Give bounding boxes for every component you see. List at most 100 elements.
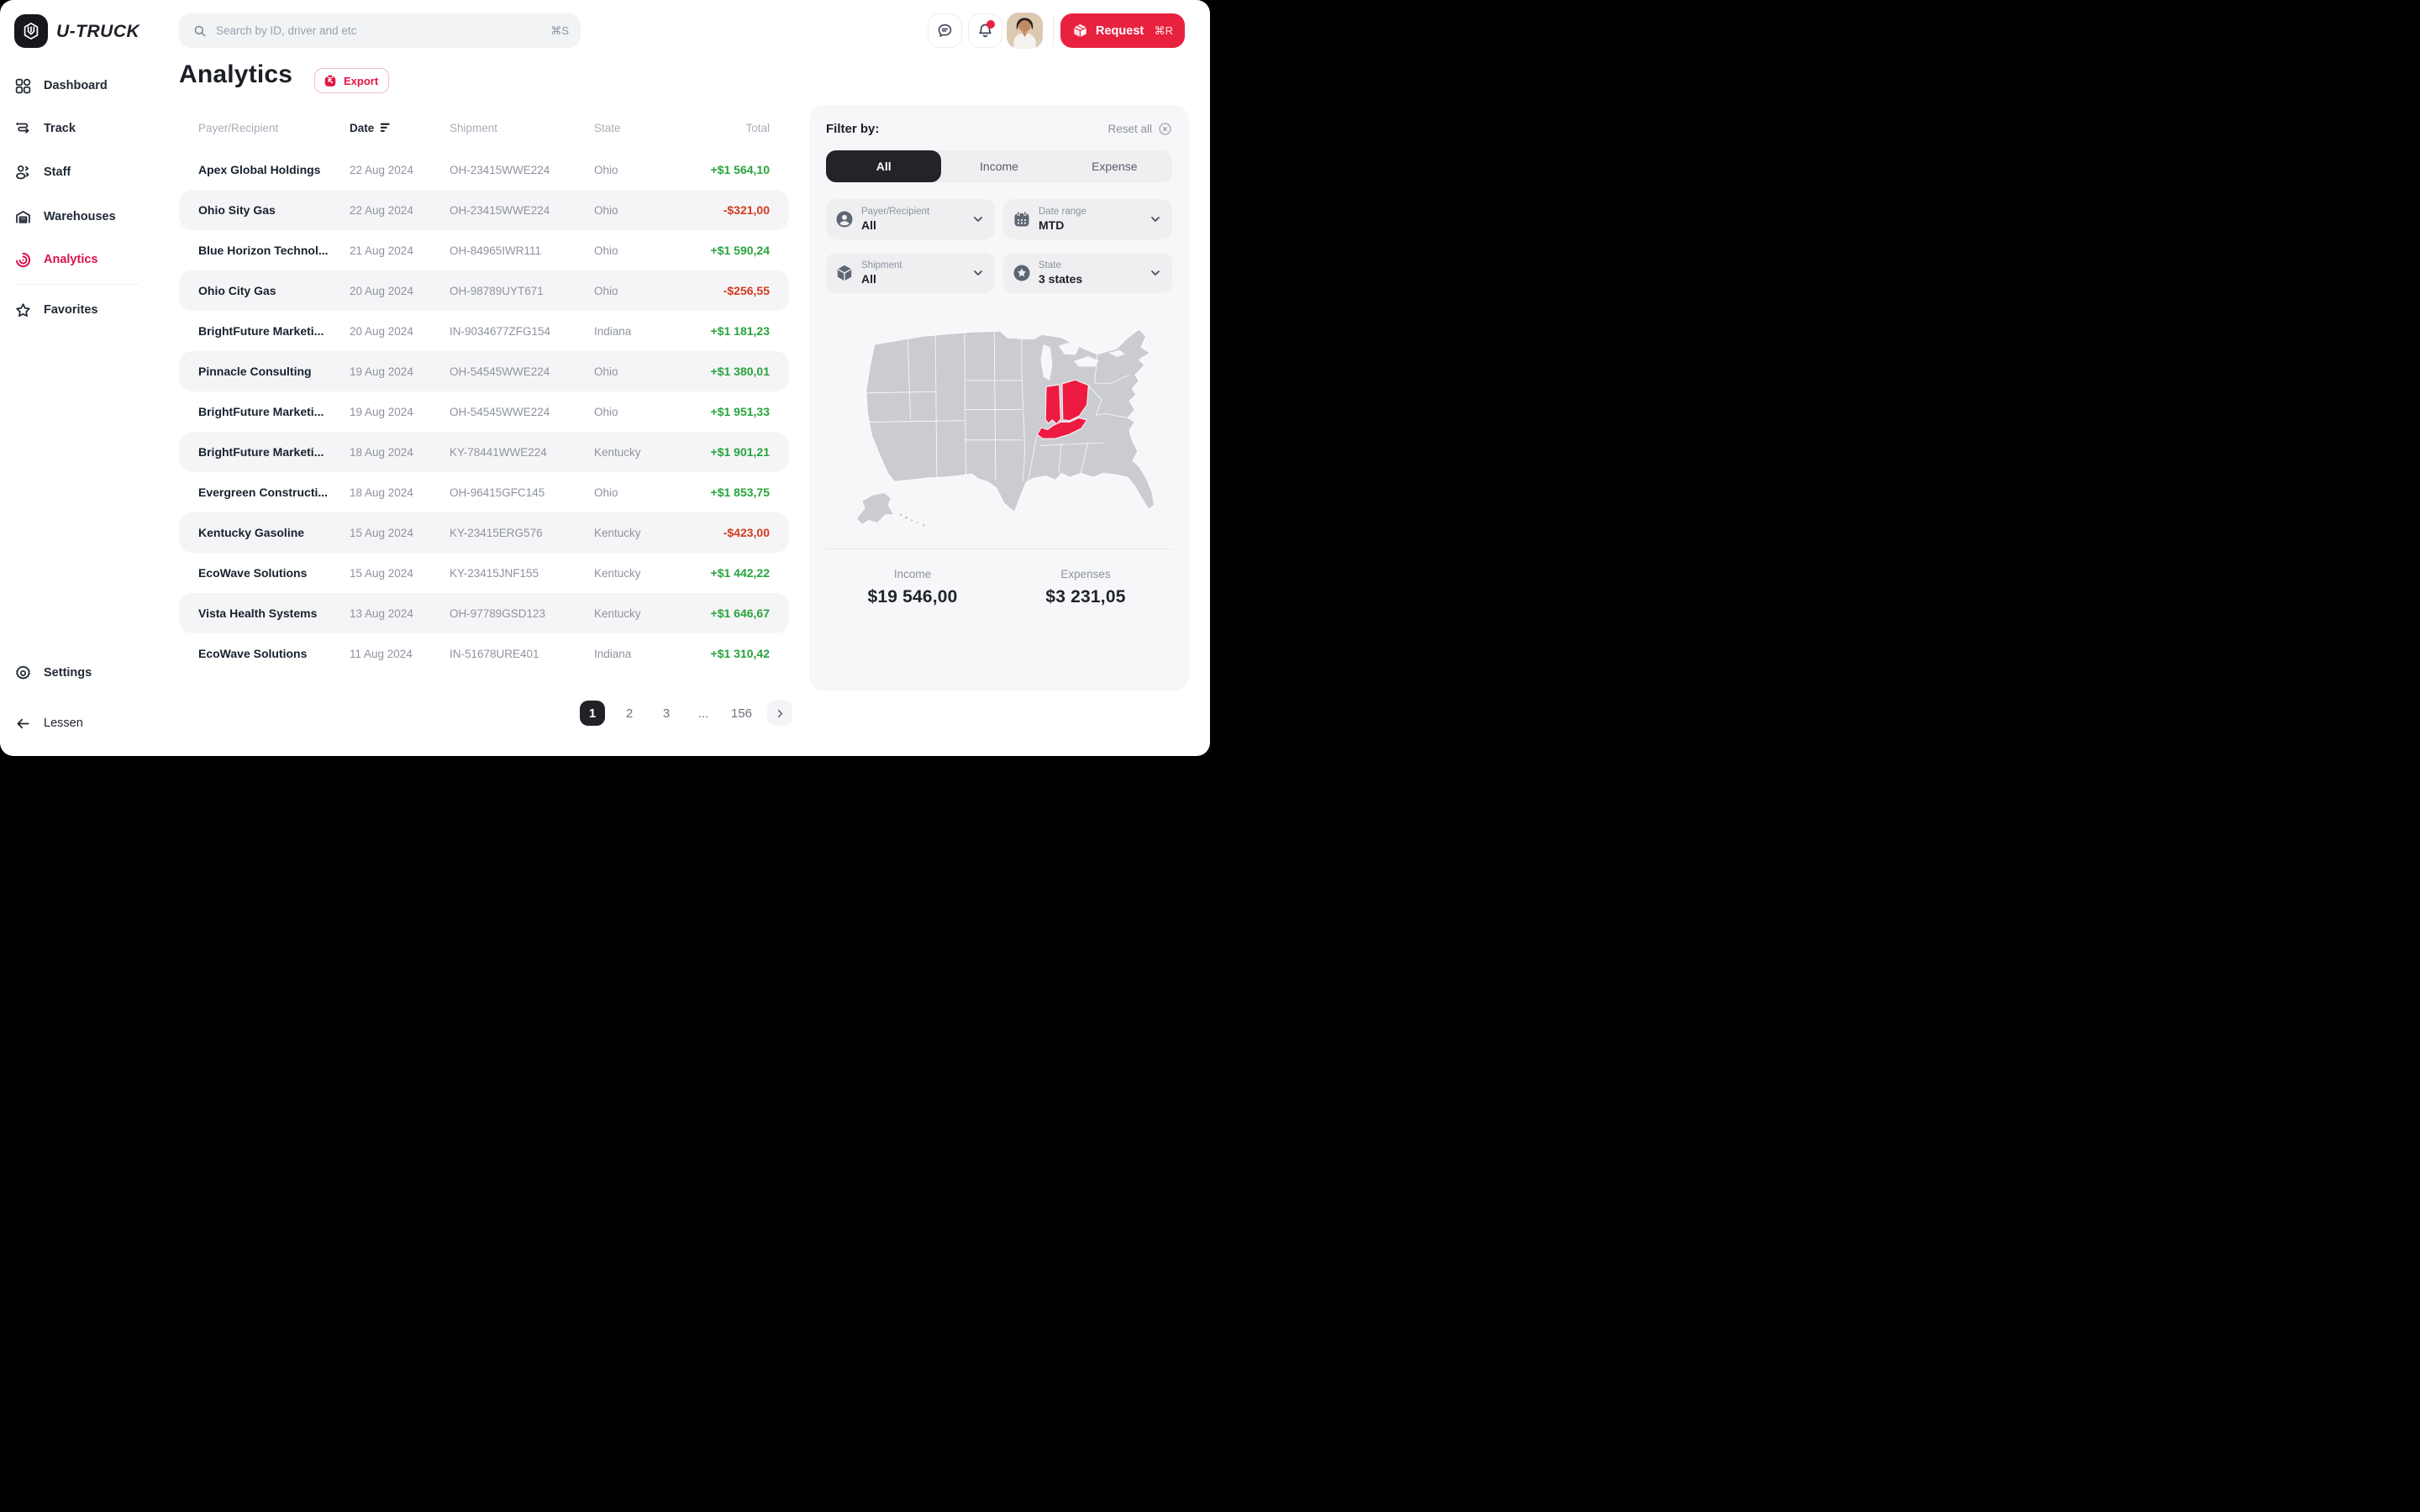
filter-tab[interactable]: Income bbox=[941, 150, 1056, 182]
chevron-down-icon bbox=[971, 213, 985, 226]
notifications-button[interactable] bbox=[968, 13, 1002, 48]
expenses-value: $3 231,05 bbox=[999, 587, 1172, 607]
search-icon bbox=[192, 24, 208, 39]
utruck-logo-icon bbox=[21, 21, 41, 41]
cell-payer: Ohio Sity Gas bbox=[198, 203, 350, 217]
cell-date: 18 Aug 2024 bbox=[350, 486, 450, 499]
sidebar-item-label: Staff bbox=[44, 165, 71, 179]
avatar-image bbox=[1007, 13, 1043, 49]
column-header-payer: Payer/Recipient bbox=[198, 122, 350, 134]
warehouse-icon bbox=[14, 208, 32, 226]
cell-state: Ohio bbox=[594, 164, 706, 176]
sidebar-item-settings[interactable]: Settings bbox=[0, 656, 92, 690]
sidebar-item-dashboard[interactable]: Dashboard bbox=[0, 69, 165, 102]
date-range-dropdown[interactable]: Date range MTD bbox=[1003, 199, 1172, 239]
sidebar-item-label: Dashboard bbox=[44, 79, 108, 92]
cell-date: 18 Aug 2024 bbox=[350, 446, 450, 459]
filter-dropdowns: Payer/Recipient All Date range MTD bbox=[826, 199, 1172, 293]
table-row[interactable]: Ohio Sity Gas 22 Aug 2024 OH-23415WWE224… bbox=[179, 190, 789, 230]
sidebar-item-label: Analytics bbox=[44, 253, 97, 266]
export-button[interactable]: Export bbox=[314, 68, 389, 93]
route-icon bbox=[14, 120, 32, 138]
sidebar-item-track[interactable]: Track bbox=[0, 112, 165, 145]
dropdown-label: Payer/Recipient bbox=[861, 207, 929, 218]
table-row[interactable]: Ohio City Gas 20 Aug 2024 OH-98789UYT671… bbox=[179, 270, 789, 311]
table-row[interactable]: Pinnacle Consulting 19 Aug 2024 OH-54545… bbox=[179, 351, 789, 391]
sidebar-item-label: Warehouses bbox=[44, 210, 116, 223]
table-row[interactable]: BrightFuture Marketi... 18 Aug 2024 KY-7… bbox=[179, 432, 789, 472]
parcel-box-icon bbox=[1072, 23, 1088, 39]
table-row[interactable]: EcoWave Solutions 15 Aug 2024 KY-23415JN… bbox=[179, 553, 789, 593]
page-button[interactable]: 2 bbox=[617, 701, 642, 726]
map-state-indiana bbox=[1045, 385, 1060, 424]
page-title: Analytics bbox=[179, 60, 292, 89]
cell-date: 15 Aug 2024 bbox=[350, 527, 450, 539]
payer-recipient-dropdown[interactable]: Payer/Recipient All bbox=[826, 199, 995, 239]
cell-shipment: OH-84965IWR111 bbox=[450, 244, 594, 257]
cell-shipment: IN-9034677ZFG154 bbox=[450, 325, 594, 338]
table-row[interactable]: Evergreen Constructi... 18 Aug 2024 OH-9… bbox=[179, 472, 789, 512]
cell-shipment: KY-78441WWE224 bbox=[450, 446, 594, 459]
table-header: Payer/Recipient Date Shipment State Tota… bbox=[179, 116, 789, 139]
cell-state: Kentucky bbox=[594, 607, 706, 620]
cell-date: 20 Aug 2024 bbox=[350, 325, 450, 338]
next-page-button[interactable] bbox=[767, 701, 792, 726]
cell-total: -$321,00 bbox=[706, 203, 770, 217]
page-button[interactable]: 3 bbox=[654, 701, 679, 726]
sidebar-item-analytics[interactable]: Analytics bbox=[0, 243, 165, 276]
staff-icon bbox=[14, 164, 32, 181]
search-bar[interactable]: ⌘S bbox=[179, 13, 581, 48]
reset-all-button[interactable]: Reset all bbox=[1107, 122, 1172, 136]
table-row[interactable]: BrightFuture Marketi... 20 Aug 2024 IN-9… bbox=[179, 311, 789, 351]
messages-button[interactable] bbox=[928, 13, 962, 48]
column-header-shipment: Shipment bbox=[450, 122, 594, 134]
state-dropdown[interactable]: State 3 states bbox=[1003, 253, 1172, 293]
sidebar-item-favorites[interactable]: Favorites bbox=[0, 293, 165, 327]
cell-state: Kentucky bbox=[594, 567, 706, 580]
page-button[interactable]: 1 bbox=[580, 701, 605, 726]
sidebar-item-staff[interactable]: Staff bbox=[0, 155, 165, 189]
app-window: U-TRUCK ⌘S bbox=[0, 0, 1210, 756]
usa-map-svg bbox=[826, 317, 1172, 538]
table-row[interactable]: Blue Horizon Technol... 21 Aug 2024 OH-8… bbox=[179, 230, 789, 270]
cell-payer: Blue Horizon Technol... bbox=[198, 244, 350, 257]
star-icon bbox=[14, 302, 32, 319]
sidebar-item-label: Track bbox=[44, 122, 76, 135]
circle-x-icon bbox=[1158, 122, 1172, 136]
page-button[interactable]: 156 bbox=[728, 701, 755, 726]
cell-state: Ohio bbox=[594, 285, 706, 297]
cell-state: Ohio bbox=[594, 406, 706, 418]
cell-shipment: OH-54545WWE224 bbox=[450, 365, 594, 378]
sort-icon bbox=[380, 123, 392, 133]
cell-shipment: KY-23415JNF155 bbox=[450, 567, 594, 580]
table-row[interactable]: BrightFuture Marketi... 19 Aug 2024 OH-5… bbox=[179, 391, 789, 432]
filter-tab[interactable]: All bbox=[826, 150, 941, 182]
sidebar-item-warehouses[interactable]: Warehouses bbox=[0, 200, 165, 234]
dropdown-value: 3 states bbox=[1039, 272, 1082, 286]
search-input[interactable] bbox=[216, 24, 550, 37]
cell-total: +$1 646,67 bbox=[706, 606, 770, 620]
cell-shipment: KY-23415ERG576 bbox=[450, 527, 594, 539]
table-row[interactable]: Apex Global Holdings 22 Aug 2024 OH-2341… bbox=[179, 150, 789, 190]
column-header-date[interactable]: Date bbox=[350, 122, 450, 134]
table-row[interactable]: Vista Health Systems 13 Aug 2024 OH-9778… bbox=[179, 593, 789, 633]
cell-payer: EcoWave Solutions bbox=[198, 647, 350, 660]
filter-tab[interactable]: Expense bbox=[1057, 150, 1172, 182]
sidebar-collapse-button[interactable]: Lessen bbox=[0, 706, 83, 740]
user-avatar[interactable] bbox=[1007, 13, 1043, 49]
shipment-dropdown[interactable]: Shipment All bbox=[826, 253, 995, 293]
table-row[interactable]: EcoWave Solutions 11 Aug 2024 IN-51678UR… bbox=[179, 633, 789, 674]
export-icon bbox=[323, 73, 338, 88]
pagination: 1 2 3 ... 156 bbox=[580, 701, 792, 726]
state-star-icon bbox=[1013, 264, 1031, 282]
cell-state: Indiana bbox=[594, 648, 706, 660]
cell-shipment: OH-96415GFC145 bbox=[450, 486, 594, 499]
request-button[interactable]: Request ⌘R bbox=[1060, 13, 1185, 48]
cell-payer: BrightFuture Marketi... bbox=[198, 324, 350, 338]
cell-state: Ohio bbox=[594, 365, 706, 378]
page-button: ... bbox=[691, 701, 716, 726]
table-row[interactable]: Kentucky Gasoline 15 Aug 2024 KY-23415ER… bbox=[179, 512, 789, 553]
calendar-icon bbox=[1013, 210, 1031, 228]
export-label: Export bbox=[344, 75, 378, 87]
cell-payer: Kentucky Gasoline bbox=[198, 526, 350, 539]
